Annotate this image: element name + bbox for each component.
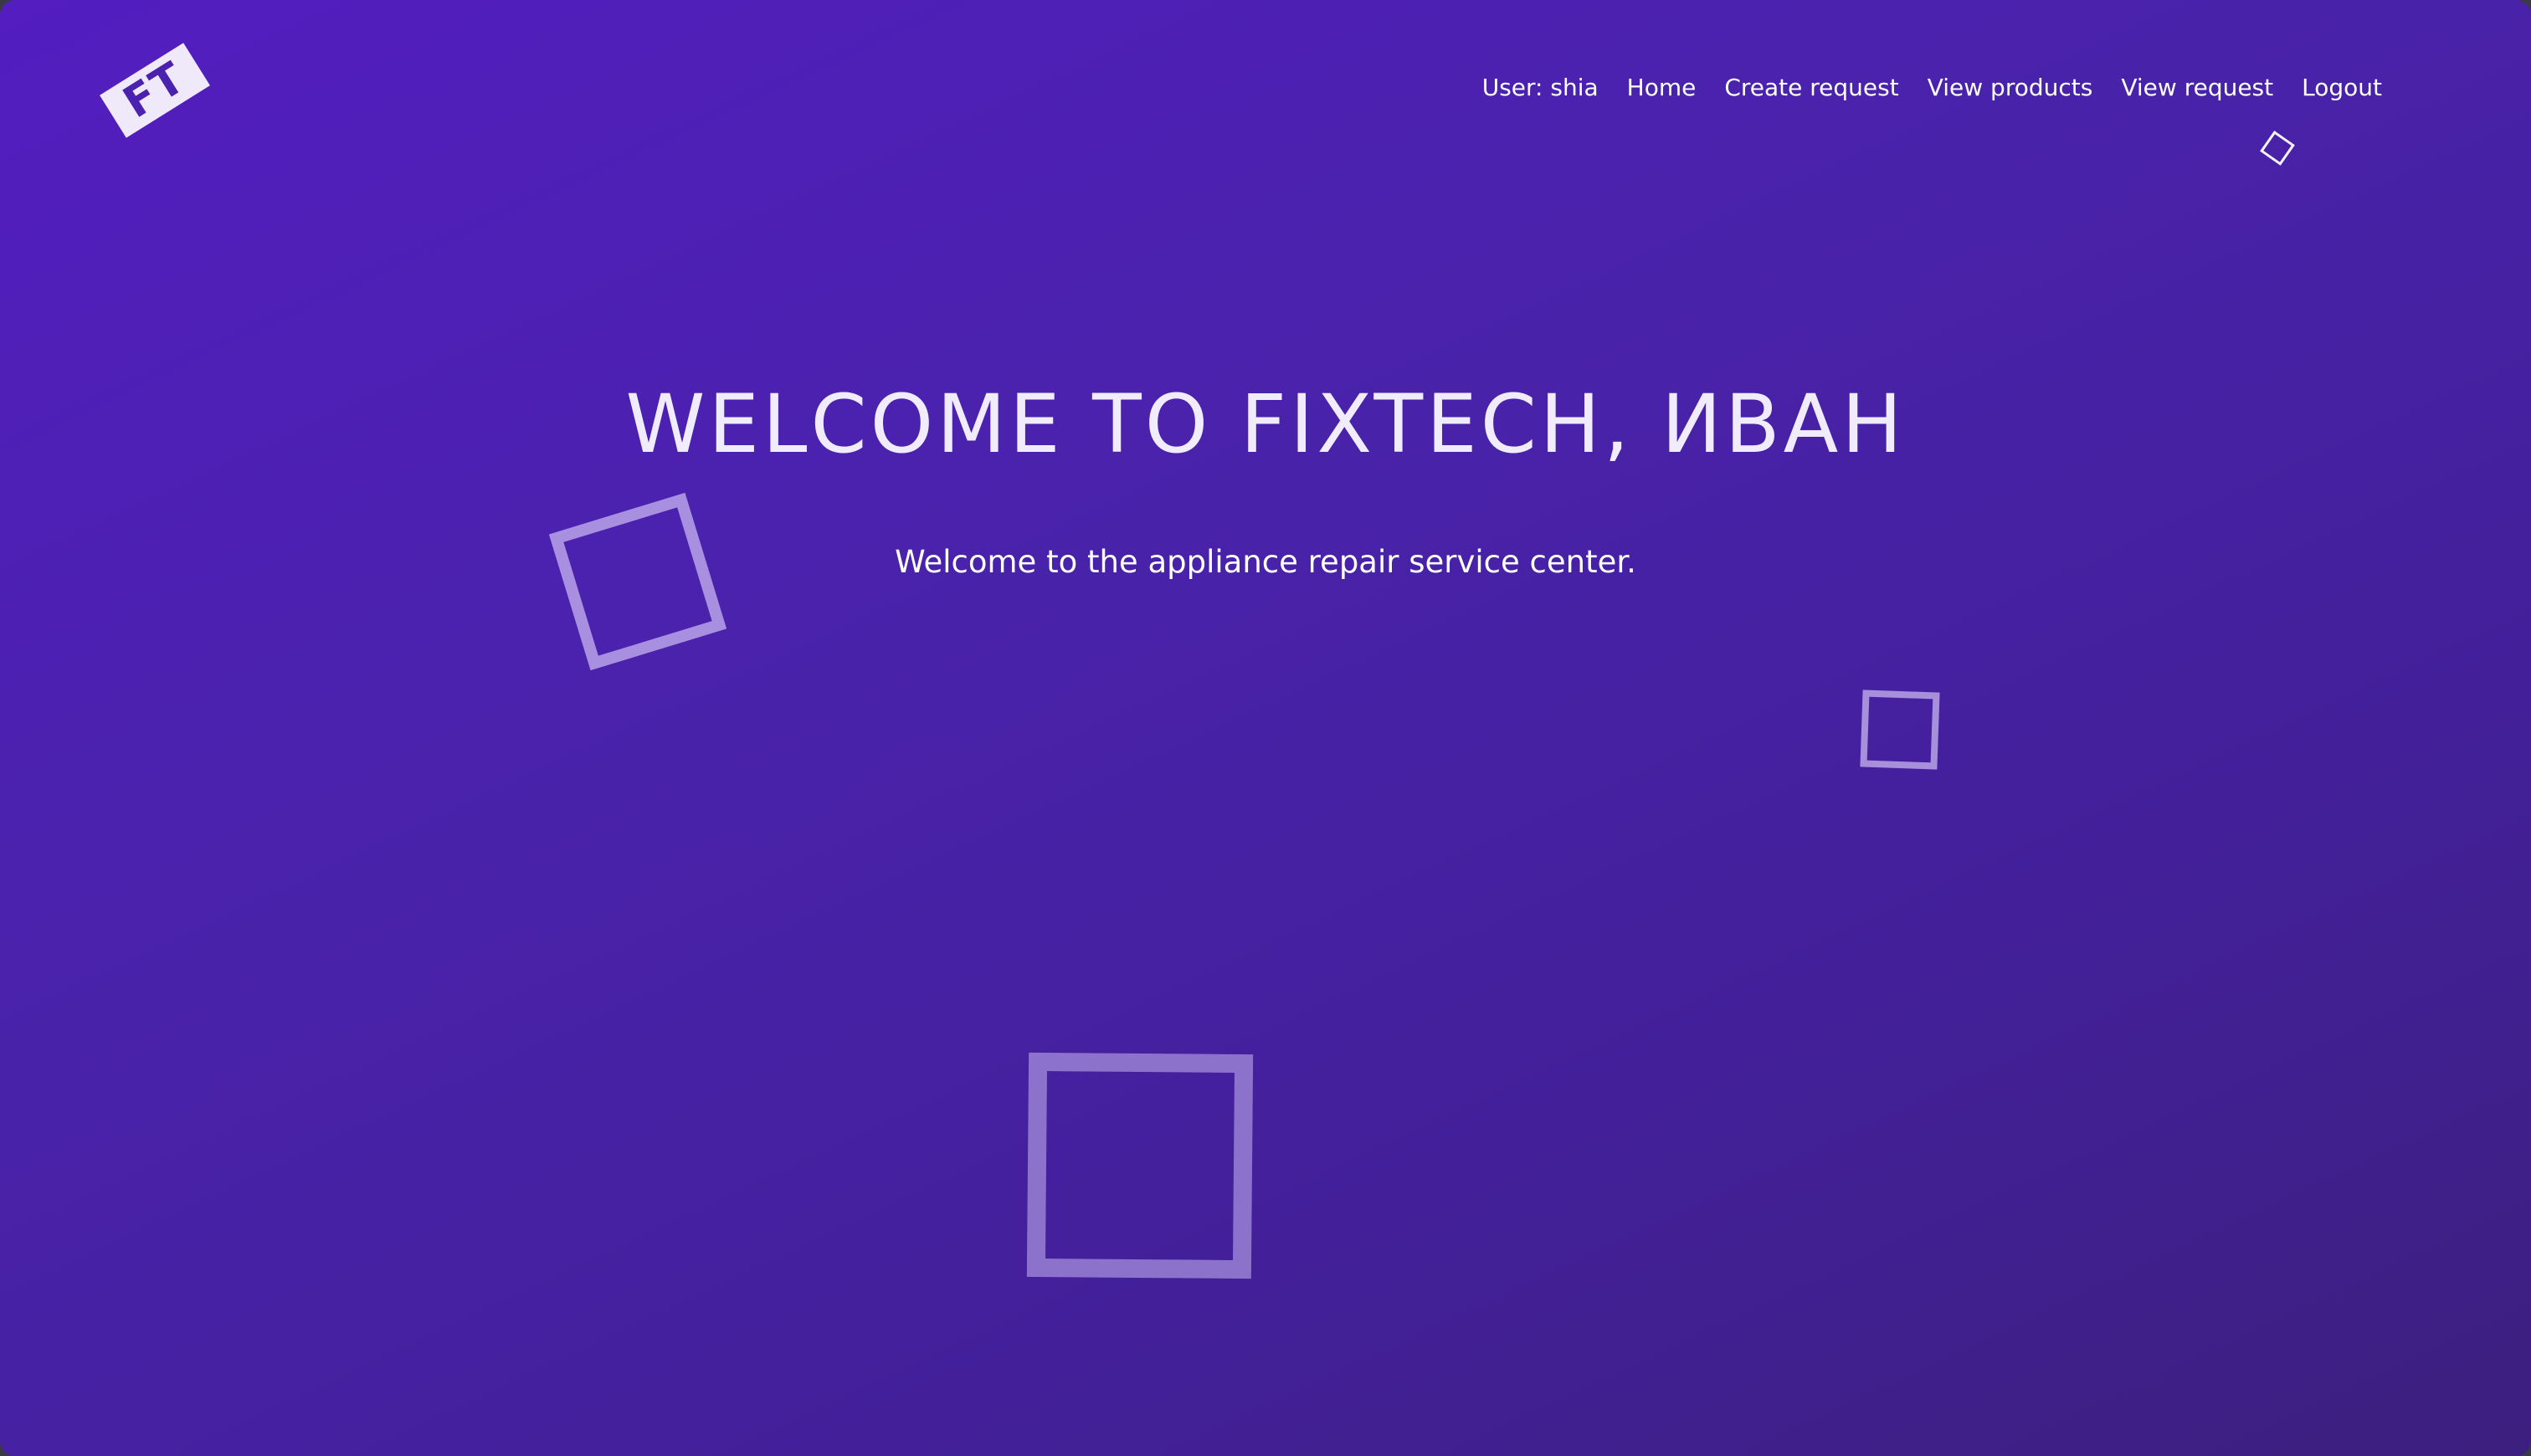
logo-text: FT [115, 52, 195, 129]
hero-subtitle: Welcome to the appliance repair service … [895, 544, 1636, 580]
fixtech-logo[interactable]: FT [100, 43, 210, 138]
decorative-square-bottom [1026, 1052, 1254, 1279]
decorative-square-left [548, 492, 727, 671]
decorative-square-small [2260, 131, 2295, 166]
nav-home-link[interactable]: Home [1627, 74, 1697, 101]
hero-title: WELCOME TO FIXTECH, ИВАН [625, 377, 1906, 471]
nav-logout-link[interactable]: Logout [2302, 74, 2382, 101]
decorative-square-right [1860, 690, 1940, 770]
nav-view-request-link[interactable]: View request [2121, 74, 2273, 101]
top-nav: User: shia Home Create request View prod… [1482, 74, 2382, 101]
page: FT User: shia Home Create request View p… [0, 0, 2531, 1456]
current-user-label: User: shia [1481, 74, 1599, 101]
nav-view-products-link[interactable]: View products [1928, 74, 2093, 101]
nav-create-request-link[interactable]: Create request [1724, 74, 1898, 101]
